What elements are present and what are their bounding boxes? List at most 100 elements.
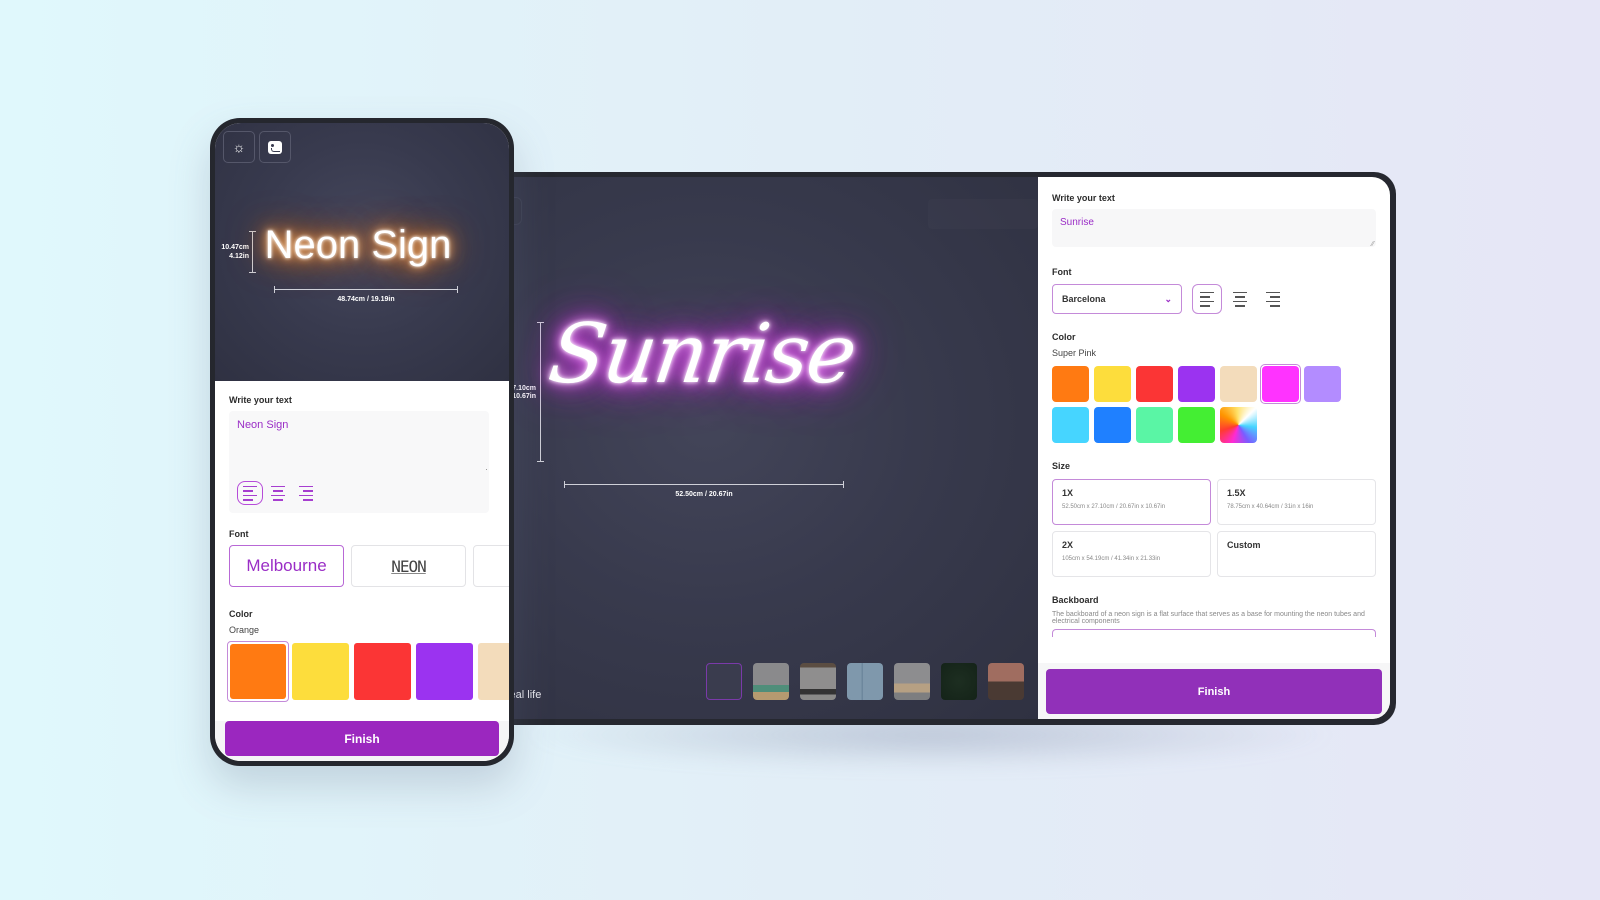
color-swatch-warm-white[interactable] (1220, 366, 1257, 402)
size-dims: 52.50cm x 27.10cm / 20.67in x 10.67in (1062, 504, 1166, 510)
background-thumb-green-sofa[interactable] (753, 663, 789, 700)
config-panel-scroll[interactable]: Write your text Sunrise Font Barcelona ⌄ (1038, 177, 1390, 663)
sun-icon: ☼ (232, 139, 246, 155)
background-thumb-beige-sofa[interactable] (894, 663, 930, 700)
height-cm: 10.47cm (221, 244, 249, 251)
neon-sign-preview-text: Sunrise (543, 307, 861, 402)
alignment-group (237, 481, 319, 505)
color-swatch-super-pink[interactable] (1262, 366, 1299, 402)
color-swatch-orange[interactable] (1052, 366, 1089, 402)
selected-color-name: Orange (229, 625, 260, 635)
size-title: 2X (1062, 540, 1074, 550)
background-image-button[interactable] (259, 131, 291, 163)
width-dimension-line (564, 481, 844, 488)
align-right-button[interactable] (1258, 284, 1288, 314)
size-option-1x[interactable]: 1X 52.50cm x 27.10cm / 20.67in x 10.67in (1052, 479, 1211, 525)
align-left-icon (1200, 291, 1214, 307)
color-swatch-purple[interactable] (416, 643, 473, 700)
color-swatch-ice-blue[interactable] (1052, 407, 1089, 443)
color-swatch-red[interactable] (1136, 366, 1173, 402)
finish-button[interactable]: Finish (225, 721, 499, 756)
height-in: 4.12in (229, 253, 249, 260)
color-swatch-green[interactable] (1178, 407, 1215, 443)
color-swatches (1052, 364, 1376, 443)
font-name: NEON (391, 556, 427, 576)
neon-sign-preview-text: Neon Sign (264, 223, 452, 267)
color-swatch-mint[interactable] (1136, 407, 1173, 443)
selected-swatch-ring (1260, 364, 1301, 404)
color-swatch-yellow[interactable] (1094, 366, 1131, 402)
selected-swatch-ring (227, 641, 289, 702)
desktop-screen: ff 27.10cm 10.67in Sunrise 52.50cm / 20.… (488, 177, 1390, 719)
width-dimension-label: 52.50cm / 20.67in (675, 491, 733, 498)
align-right-button[interactable] (293, 481, 319, 505)
background-thumb-greenery[interactable] (941, 663, 977, 700)
desktop-footer: Finish (1038, 663, 1390, 719)
mobile-config-panel[interactable]: Write your text Neon Sign Font Melbourne… (215, 381, 509, 727)
lights-button[interactable]: ☼ (223, 131, 255, 163)
desktop-preview-area: ff 27.10cm 10.67in Sunrise 52.50cm / 20.… (488, 177, 1038, 719)
text-input[interactable]: Neon Sign (229, 411, 489, 513)
color-swatch-rgb[interactable] (1220, 407, 1257, 443)
color-label: Color (229, 609, 253, 619)
font-label: Font (1052, 267, 1072, 277)
write-text-label: Write your text (229, 395, 292, 405)
size-title: 1.5X (1227, 488, 1246, 498)
desktop-config-panel: Write your text Sunrise Font Barcelona ⌄ (1038, 177, 1390, 719)
color-swatch-red[interactable] (354, 643, 411, 700)
align-left-button[interactable] (1192, 284, 1222, 314)
mobile-device-frame: ☼ 10.47cm 4.12in Neon Sign 48.74cm / 19.… (210, 118, 514, 766)
font-label: Font (229, 529, 249, 539)
mobile-preview-area: ☼ 10.47cm 4.12in Neon Sign 48.74cm / 19.… (215, 123, 509, 381)
size-option-custom[interactable]: Custom (1217, 531, 1376, 577)
text-input-value: Neon Sign (237, 419, 289, 431)
font-options: Melbourne NEON (229, 545, 509, 587)
color-swatch-purple[interactable] (1178, 366, 1215, 402)
align-center-button[interactable] (265, 481, 291, 505)
resize-handle[interactable] (486, 469, 487, 470)
background-thumb-brick[interactable] (988, 663, 1024, 700)
size-option-2x[interactable]: 2X 105cm x 54.19cm / 41.34in x 21.33in (1052, 531, 1211, 577)
size-dims: 78.75cm x 40.64cm / 31in x 16in (1227, 504, 1314, 510)
backboard-option[interactable] (1052, 629, 1376, 637)
font-option-melbourne[interactable]: Melbourne (229, 545, 344, 587)
font-name: Melbourne (246, 556, 327, 575)
align-left-icon (243, 485, 257, 501)
backboard-label: Backboard (1052, 595, 1099, 605)
size-dims: 105cm x 54.19cm / 41.34in x 21.33in (1062, 556, 1161, 562)
color-swatches (227, 641, 509, 702)
font-option-3[interactable] (473, 545, 509, 587)
align-center-button[interactable] (1225, 284, 1255, 314)
align-left-button[interactable] (237, 481, 263, 505)
color-swatch-orange[interactable] (230, 644, 286, 699)
size-title: Custom (1227, 540, 1261, 550)
size-label: Size (1052, 461, 1071, 471)
background-thumb-none[interactable] (706, 663, 742, 700)
size-title: 1X (1062, 488, 1074, 498)
height-dimension-line (537, 322, 544, 462)
color-swatch-yellow[interactable] (292, 643, 349, 700)
size-option-1-5x[interactable]: 1.5X 78.75cm x 40.64cm / 31in x 16in (1217, 479, 1376, 525)
color-swatch-lavender[interactable] (1304, 366, 1341, 402)
color-swatch-warm-white[interactable] (478, 643, 509, 700)
align-right-icon (1266, 291, 1280, 307)
background-thumb-blue-office[interactable] (847, 663, 883, 700)
font-select[interactable]: Barcelona ⌄ (1052, 284, 1182, 314)
selected-color-name: Super Pink (1052, 348, 1097, 358)
image-icon (268, 140, 282, 154)
font-option-neon[interactable]: NEON (351, 545, 466, 587)
background-thumb-grey-wall[interactable] (800, 663, 836, 700)
alignment-group (1192, 284, 1288, 314)
write-text-label: Write your text (1052, 193, 1115, 203)
background-thumbnails (706, 663, 1024, 700)
height-dimension-label: 10.47cm 4.12in (215, 243, 249, 261)
align-center-icon (1233, 291, 1247, 307)
text-input[interactable]: Sunrise (1052, 209, 1376, 248)
font-select-value: Barcelona (1062, 294, 1106, 304)
width-dimension-line (274, 286, 458, 293)
align-center-icon (271, 485, 285, 501)
preview-toolbar-placeholder (928, 199, 1038, 229)
finish-button[interactable]: Finish (1046, 669, 1382, 714)
align-right-icon (299, 485, 313, 501)
color-swatch-blue[interactable] (1094, 407, 1131, 443)
